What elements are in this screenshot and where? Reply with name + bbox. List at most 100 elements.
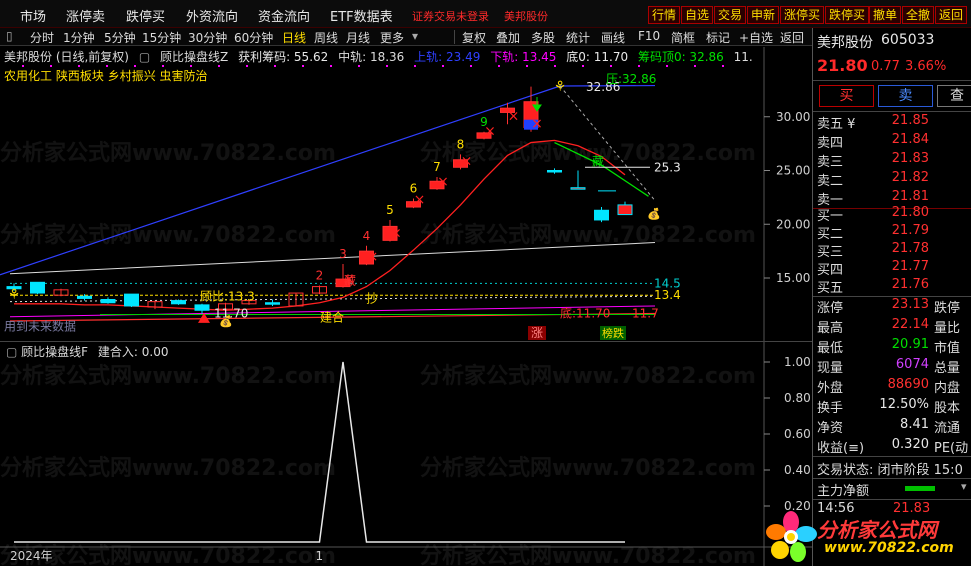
btn-adjust[interactable]: 复权 [462,29,486,46]
sector-tag[interactable]: 乡村振兴 [108,69,156,83]
stat-row[interactable]: 换手 12.50% 股本 [813,396,971,416]
tab-intraday[interactable]: 分时 [30,29,54,46]
sector-tag[interactable]: 陕西板块 [56,69,104,83]
marker-dot [610,65,612,67]
marker-dot [470,65,472,67]
btn-watchlist[interactable]: 自选 [681,6,714,24]
window-icon[interactable]: ▯ [6,29,13,43]
tab-more[interactable]: 更多 [380,29,404,46]
sector-tag[interactable]: 农用化工 [4,69,52,83]
sub-chart-header: ▢ 顾比操盘线F 建合入: 0.00 [6,343,168,360]
bid-level[interactable]: 买一 21.80 [813,204,971,224]
bid-level[interactable]: 买五 21.76 [813,276,971,296]
main-kline-chart[interactable]: 分析家公式网www.70822.com 分析家公式网www.70822.com … [0,47,812,341]
stat-row-value: 0.320 [891,437,929,452]
tab-weekly[interactable]: 周线 [314,29,338,46]
bid-level[interactable]: 买四 21.77 [813,258,971,278]
marker-dot [526,65,528,67]
divider [813,80,971,81]
marker-dot [442,65,444,67]
tab-monthly[interactable]: 月线 [346,29,370,46]
sector-tag[interactable]: 虫害防治 [160,69,208,83]
btn-multi-stock[interactable]: 多股 [531,29,555,46]
menu-foreign-flow[interactable]: 外资流向 [186,6,238,25]
marker-dot [274,65,276,67]
ask-level[interactable]: 卖三 21.83 [813,150,971,170]
marker-dot [386,65,388,67]
buy-x-marker: × [367,249,379,265]
marker-dot [694,65,696,67]
btn-new-share[interactable]: 申新 [747,6,780,24]
btn-quote[interactable]: 行情 [648,6,681,24]
btn-f10[interactable]: F10 [638,29,660,43]
btn-cancel-order[interactable]: 撤单 [869,6,902,24]
buy-button[interactable]: 买 [819,85,874,107]
btn-limit-up-buy[interactable]: 涨停买 [780,6,825,24]
query-button[interactable]: 查 [937,85,971,107]
main-flow-bar [905,486,935,491]
btn-back[interactable]: 返回 [780,29,804,46]
money-bag-icon: 💰 [647,208,661,221]
indicator-name[interactable]: 顾比操盘线Z [160,50,228,64]
marker-dot [666,65,668,67]
btn-add-watch[interactable]: +自选 [739,29,773,46]
login-warning[interactable]: 证券交易未登录 [412,8,489,24]
btn-simple-frame[interactable]: 简框 [671,29,695,46]
menu-etf-table[interactable]: ETF数据表 [330,6,393,25]
menu-stock-name: 美邦股份 [504,10,548,23]
btn-draw-line[interactable]: 画线 [601,29,625,46]
price-tick-label: 20.00 [776,217,810,231]
sub-indicator-chart[interactable]: 分析家公式网www.70822.com 分析家公式网www.70822.com … [0,341,812,566]
tab-60min[interactable]: 60分钟 [234,29,273,46]
ask-level[interactable]: 卖二 21.82 [813,169,971,189]
stat-row[interactable]: 最高 22.14 量比 [813,316,971,336]
main-flow-dropdown-icon[interactable]: ▾ [961,480,967,493]
tab-1min[interactable]: 1分钟 [63,29,95,46]
sell-button[interactable]: 卖 [878,85,933,107]
btn-overlay[interactable]: 叠加 [496,29,520,46]
more-dropdown-icon[interactable]: ▾ [412,29,418,43]
bid-level[interactable]: 买二 21.79 [813,222,971,242]
trend-line-tail [554,141,649,197]
ask-level-value: 21.83 [891,151,929,166]
price-tick-label: 25.00 [776,164,810,178]
sub-indicator-name[interactable]: 顾比操盘线F [21,345,88,359]
chart-title: 美邦股份 (日线,前复权) [4,50,129,64]
stat-row[interactable]: 净资 8.41 流通 [813,416,971,436]
btn-back-top[interactable]: 返回 [935,6,968,24]
tab-15min[interactable]: 15分钟 [142,29,181,46]
period-toolbar: ▯ 分时 1分钟 5分钟 15分钟 30分钟 60分钟 日线 周线 月线 更多 … [0,28,812,46]
bottom-value: 底0: 11.70 [566,50,629,64]
tab-30min[interactable]: 30分钟 [188,29,227,46]
btn-cancel-all[interactable]: 全撤 [902,6,935,24]
stat-row-label: 换手 [817,401,844,416]
bid-level-label: 买五 [817,281,844,296]
btn-stats[interactable]: 统计 [566,29,590,46]
stat-row[interactable]: 最低 20.91 市值 [813,336,971,356]
stat-row[interactable]: 外盘 88690 内盘 [813,376,971,396]
stat-row-label2: PE(动 [934,441,969,456]
stat-row[interactable]: 现量 6074 总量 [813,356,971,376]
stat-row[interactable]: 涨停 23.13 跌停 [813,296,971,316]
stat-row-label2: 总量 [934,361,961,376]
stock-heading: 美邦股份 605033 [813,31,971,51]
buy-x-marker: × [508,108,520,124]
indicator-box-icon[interactable]: ▢ [6,345,17,359]
menu-limit-down-buy[interactable]: 跌停买 [126,6,165,25]
ask-level[interactable]: 卖五 ¥ 21.85 [813,112,971,132]
candle-body [570,187,586,190]
menu-limit-up-sell[interactable]: 涨停卖 [66,6,105,25]
stat-row[interactable]: 收益(≡) 0.320 PE(动 [813,436,971,456]
main-flow-row[interactable]: 主力净额 ▾ [813,479,971,499]
btn-mark[interactable]: 标记 [706,29,730,46]
tab-daily[interactable]: 日线 [282,29,306,46]
indicator-box-icon[interactable]: ▢ [139,50,150,64]
btn-limit-down-buy[interactable]: 跌停买 [825,6,870,24]
ask-level[interactable]: 卖四 21.84 [813,131,971,151]
stat-row-value: 12.50% [879,397,929,412]
menu-market[interactable]: 市场 [20,6,46,25]
btn-trade[interactable]: 交易 [714,6,747,24]
menu-capital-flow[interactable]: 资金流向 [258,6,310,25]
bid-level[interactable]: 买三 21.78 [813,240,971,260]
tab-5min[interactable]: 5分钟 [104,29,136,46]
